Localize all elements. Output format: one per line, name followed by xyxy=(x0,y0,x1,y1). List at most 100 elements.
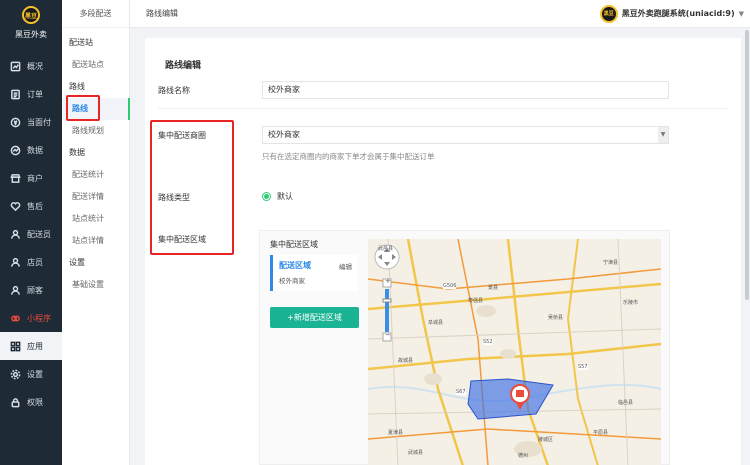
radio-selected-icon xyxy=(262,192,271,201)
zoom-out-button[interactable]: − xyxy=(385,331,391,339)
map-view[interactable]: + − G506 S52 S57 S67 武邑县 枣强县 宁津县 故城县 景县 … xyxy=(368,239,661,465)
subnav-item-delivery-stats[interactable]: 配送统计 xyxy=(62,164,129,186)
highlight-form-labels xyxy=(150,120,234,255)
route-name-input[interactable]: 校外商家 xyxy=(262,81,669,99)
map-label: 景县 xyxy=(488,285,499,291)
map-label: 宁津县 xyxy=(603,260,619,266)
zone-hint: 只有在选定商圈内的商家下单才会属于集中配送订单 xyxy=(262,152,435,161)
subnav-group-settings: 设置 xyxy=(69,258,85,267)
map-label: 故城县 xyxy=(398,358,414,364)
nav-item-permission[interactable]: 权限 xyxy=(0,388,62,416)
main-sidebar: 黑豆 黑豆外卖 概况 订单 当面付 数据 商户 售后 配送员 店员 顾客 小程序 xyxy=(0,0,62,465)
chart-icon xyxy=(10,145,21,156)
map-label: 武城县 xyxy=(408,450,424,456)
staff-icon xyxy=(10,257,21,268)
map-label: 阜城县 xyxy=(428,320,444,326)
nav-label: 配送员 xyxy=(27,229,51,239)
route-name-label: 路线名称 xyxy=(158,86,190,95)
subnav-group-data: 数据 xyxy=(69,148,85,157)
heart-icon xyxy=(10,201,21,212)
nav-item-apps[interactable]: 应用 xyxy=(0,332,62,360)
add-area-button[interactable]: +新增配送区域 xyxy=(270,307,359,328)
subnav-item-route-plan[interactable]: 路线规划 xyxy=(62,120,129,142)
map-canvas xyxy=(368,239,661,465)
nav-label: 应用 xyxy=(27,341,43,351)
nav-item-miniapp[interactable]: 小程序 xyxy=(0,304,62,332)
gauge-icon xyxy=(10,61,21,72)
page-scrollbar[interactable] xyxy=(744,28,750,465)
nav-item-merchant[interactable]: 商户 xyxy=(0,164,62,192)
brand: 黑豆 黑豆外卖 xyxy=(0,0,62,52)
top-bar: 路线编辑 黑豆 黑豆外卖跑腿系统(uniacid:9) ▼ xyxy=(130,0,750,28)
subnav-item-stations[interactable]: 配送站点 xyxy=(62,54,129,76)
chevron-down-icon: ▼ xyxy=(658,127,668,143)
route-edit-panel: 路线编辑 路线名称 校外商家 集中配送商圈 校外商家 ▼ 只有在选定商圈内的商家… xyxy=(145,38,741,465)
sub-sidebar: 多段配送 配送站 配送站点 路线 路线 路线规划 数据 配送统计 配送详情 站点… xyxy=(62,0,130,465)
map-label: 陵城区 xyxy=(538,437,554,443)
courier-icon xyxy=(10,229,21,240)
nav-item-pay[interactable]: 当面付 xyxy=(0,108,62,136)
route-type-radio[interactable]: 默认 xyxy=(262,191,293,202)
map-label: 吴桥县 xyxy=(548,315,564,321)
area-editor-title: 集中配送区域 xyxy=(270,240,318,249)
brand-logo: 黑豆 xyxy=(22,6,40,24)
map-label: S57 xyxy=(578,364,588,370)
route-type-option: 默认 xyxy=(277,192,293,201)
nav-item-data[interactable]: 数据 xyxy=(0,136,62,164)
customer-icon xyxy=(10,285,21,296)
miniapp-icon xyxy=(10,313,21,324)
nav-label: 顾客 xyxy=(27,285,43,295)
scrollbar-thumb[interactable] xyxy=(745,30,749,300)
map-label: 平原县 xyxy=(593,430,609,436)
nav-label: 概况 xyxy=(27,61,43,71)
area-card-subtitle: 校外商家 xyxy=(279,277,305,285)
nav-label: 权限 xyxy=(27,397,43,407)
nav-label: 商户 xyxy=(27,173,43,183)
account-logo: 黑豆 xyxy=(599,4,618,23)
pay-icon xyxy=(10,117,21,128)
zone-select-value: 校外商家 xyxy=(268,130,300,139)
account-menu[interactable]: 黑豆 黑豆外卖跑腿系统(uniacid:9) ▼ xyxy=(599,4,750,23)
store-icon xyxy=(10,173,21,184)
account-name: 黑豆外卖跑腿系统(uniacid:9) xyxy=(621,9,735,18)
nav-label: 数据 xyxy=(27,145,43,155)
lock-icon xyxy=(10,397,21,408)
apps-icon xyxy=(10,341,21,352)
panel-title: 路线编辑 xyxy=(165,61,202,71)
zoom-in-button[interactable]: + xyxy=(385,277,391,285)
area-edit-button[interactable]: 编辑 xyxy=(339,261,352,271)
nav-item-courier[interactable]: 配送员 xyxy=(0,220,62,248)
nav-item-customer[interactable]: 顾客 xyxy=(0,276,62,304)
map-label: 乐陵市 xyxy=(623,300,639,306)
nav-item-staff[interactable]: 店员 xyxy=(0,248,62,276)
map-label: G506 xyxy=(443,283,457,289)
nav-label: 设置 xyxy=(27,369,43,379)
subnav-item-station-stats[interactable]: 站点统计 xyxy=(62,208,129,230)
map-label: S67 xyxy=(456,389,466,395)
nav-label: 小程序 xyxy=(27,313,51,323)
zone-select[interactable]: 校外商家 ▼ xyxy=(262,126,669,144)
map-label: 枣强县 xyxy=(468,298,484,304)
map-label: 德州 xyxy=(518,453,529,459)
nav-item-settings[interactable]: 设置 xyxy=(0,360,62,388)
brand-name: 黑豆外卖 xyxy=(15,30,47,39)
nav-label: 当面付 xyxy=(27,117,51,127)
subnav-group-station: 配送站 xyxy=(69,38,93,47)
chevron-down-icon: ▼ xyxy=(738,9,744,18)
nav-item-orders[interactable]: 订单 xyxy=(0,80,62,108)
breadcrumb: 路线编辑 xyxy=(146,9,178,18)
nav-item-overview[interactable]: 概况 xyxy=(0,52,62,80)
highlight-route-item xyxy=(66,95,100,121)
map-label: S52 xyxy=(483,339,493,345)
nav-item-aftersale[interactable]: 售后 xyxy=(0,192,62,220)
map-label: 武邑县 xyxy=(378,246,394,252)
area-card-name: 配送区域 xyxy=(279,261,311,270)
nav-label: 店员 xyxy=(27,257,43,267)
area-editor: 集中配送区域 配送区域 编辑 校外商家 +新增配送区域 + − G506 S52… xyxy=(259,230,670,465)
subnav-item-station-detail[interactable]: 站点详情 xyxy=(62,230,129,252)
area-card[interactable]: 配送区域 编辑 校外商家 xyxy=(270,255,358,291)
subnav-item-delivery-detail[interactable]: 配送详情 xyxy=(62,186,129,208)
nav-label: 售后 xyxy=(27,201,43,211)
subnav-item-basic-settings[interactable]: 基础设置 xyxy=(62,274,129,296)
map-label: 临邑县 xyxy=(618,400,634,406)
